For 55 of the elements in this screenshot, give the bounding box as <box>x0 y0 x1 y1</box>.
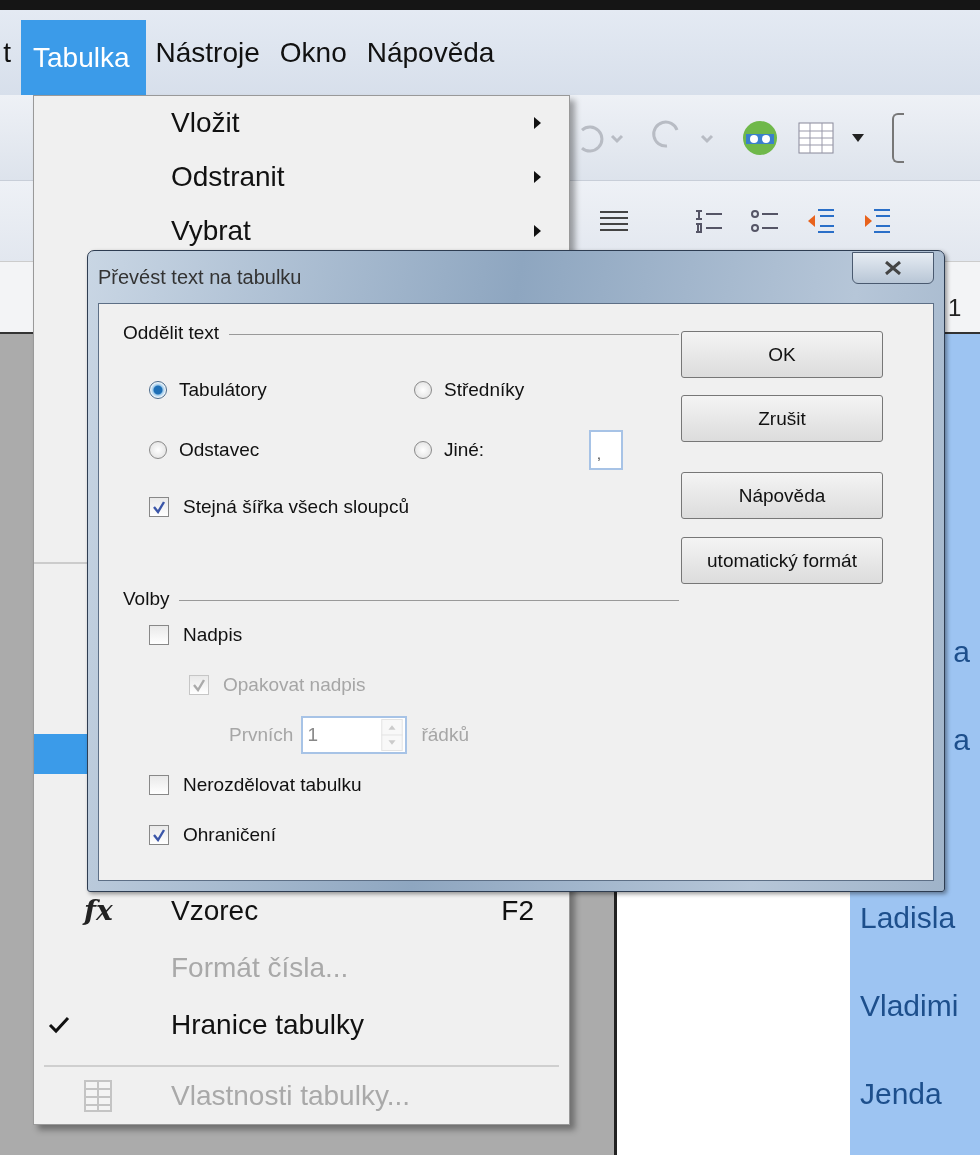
separator-input-field[interactable]: , <box>589 430 623 470</box>
field-unit: řádků <box>421 724 469 746</box>
radio-button[interactable] <box>414 381 432 399</box>
radio-button[interactable] <box>414 441 432 459</box>
increase-indent-icon[interactable] <box>862 206 892 236</box>
menu-bar-item[interactable]: Okno <box>269 10 357 95</box>
section-heading: Oddělit text <box>123 322 220 344</box>
menu-item[interactable]: Hranice tabulky <box>34 996 569 1053</box>
submenu-arrow-icon <box>534 171 541 183</box>
checkmark-icon <box>48 1015 70 1034</box>
submenu-arrow-icon <box>534 225 541 237</box>
numbered-list-icon[interactable] <box>694 208 724 234</box>
dropdown-arrow-icon[interactable] <box>852 133 864 142</box>
checkbox[interactable] <box>149 825 169 845</box>
section-heading: Volby <box>123 588 170 610</box>
table-cell-text: a <box>953 634 970 670</box>
checkbox[interactable] <box>149 625 169 645</box>
radio-label: Odstavec <box>179 439 260 461</box>
table-properties-icon <box>84 1079 112 1112</box>
submenu-arrow-icon <box>534 117 541 129</box>
radio-label: Jiné: <box>444 439 485 461</box>
checkbox-label: Ohraničení <box>183 824 276 846</box>
table-cell-text: Ladisla <box>859 900 957 936</box>
checkbox-label: Stejná šířka všech sloupců <box>183 496 409 518</box>
close-button[interactable] <box>852 252 934 284</box>
table-cell-text: Jenda <box>859 1076 943 1112</box>
menu-bar-item[interactable]: t <box>0 10 11 95</box>
checkbox[interactable] <box>149 775 169 795</box>
close-icon <box>884 261 902 275</box>
dialog-button[interactable]: utomatický formát <box>681 537 883 584</box>
checkbox-label: Opakovat nadpis <box>223 674 366 696</box>
radio-button[interactable] <box>149 381 167 399</box>
formula-icon: fx <box>84 894 113 927</box>
bullet-list-icon[interactable] <box>750 208 780 234</box>
toolbar-field-edge <box>892 112 904 163</box>
dialog-button[interactable]: Nápověda <box>681 472 883 519</box>
menu-bar-item[interactable]: Nástroje <box>145 10 270 95</box>
field-label: Prvních <box>229 724 294 746</box>
checkbox-label: Nadpis <box>183 624 243 646</box>
menu-item[interactable]: Odstranit <box>34 150 569 204</box>
ruler-number: 1 <box>948 294 962 322</box>
align-justify-icon[interactable] <box>600 210 628 232</box>
radio-label: Tabulátory <box>179 379 267 401</box>
window-title: Převést text na tabulku <box>98 265 302 289</box>
checkbox-label: Nerozdělovat tabulku <box>183 774 362 796</box>
table-cell-text: Vladimi <box>859 988 960 1024</box>
decrease-indent-icon[interactable] <box>806 206 836 236</box>
dialog-button[interactable]: Zrušit <box>681 395 883 442</box>
radio-button[interactable] <box>149 441 167 459</box>
radio-label: Středníky <box>444 379 525 401</box>
checkbox[interactable] <box>149 497 169 517</box>
menu-bar-item[interactable]: Nápověda <box>356 10 505 95</box>
dialog-button[interactable]: OK <box>681 331 883 378</box>
table-cell-text: a <box>953 722 970 758</box>
menu-item[interactable]: Vložit <box>34 96 569 150</box>
